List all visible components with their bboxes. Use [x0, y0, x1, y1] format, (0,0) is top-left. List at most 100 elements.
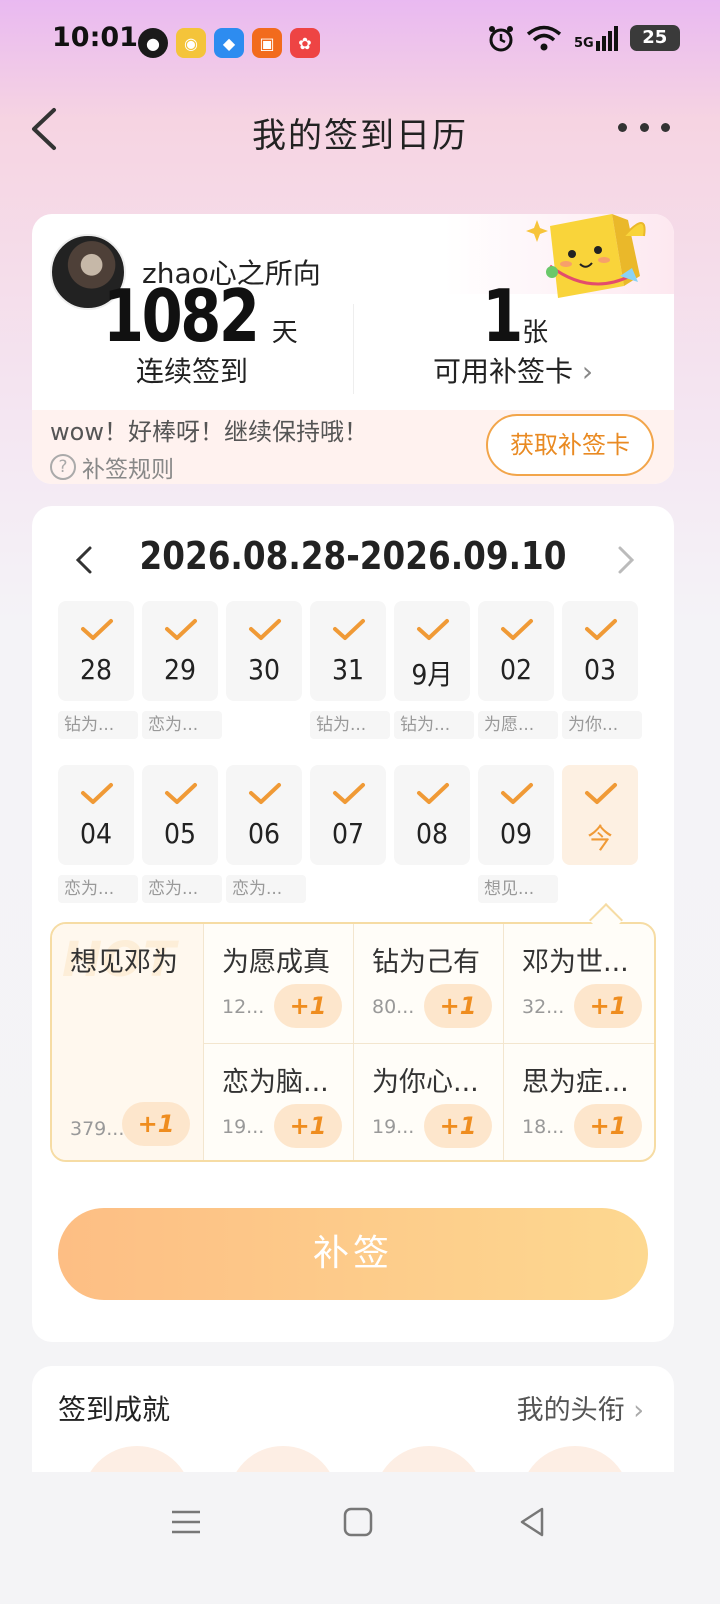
idol-checkin-panel: HOT 想见邓为 379... +1 为愿成真 12... +1 钻为己有 80…: [50, 922, 656, 1162]
checkmark-icon: [417, 619, 449, 640]
plus-one-button[interactable]: +1: [424, 984, 492, 1028]
browser-icon: ◆: [214, 28, 244, 58]
idol-cell[interactable]: 为愿成真 12... +1: [204, 924, 354, 1044]
checkmark-icon: [165, 783, 197, 804]
day-cell[interactable]: 08: [394, 765, 470, 903]
battery-indicator: 25: [629, 25, 680, 51]
day-number: 07: [331, 817, 365, 850]
day-idol-tag: 恋为...: [58, 875, 138, 903]
idol-main-cell[interactable]: HOT 想见邓为 379... +1: [52, 924, 204, 1160]
day-number: 09: [499, 817, 533, 850]
plus-one-button[interactable]: +1: [574, 1104, 642, 1148]
day-idol-tag: [394, 875, 474, 903]
plus-one-button[interactable]: +1: [574, 984, 642, 1028]
idol-name: 思为症...: [522, 1067, 629, 1098]
streak-stat: 1082 天 连续签到: [32, 274, 352, 390]
day-number: 30: [247, 653, 281, 686]
checkin-summary-card: zhao心之所向 1082 天 连续签到 1 张 可用补签卡 › wow！好棒呀…: [32, 214, 674, 484]
day-cell[interactable]: 30: [226, 601, 302, 739]
idol-cell[interactable]: 为你心... 19... +1: [354, 1044, 504, 1160]
checkmark-icon: [165, 619, 197, 640]
shopping-icon: ▣: [252, 28, 282, 58]
home-icon[interactable]: [338, 1502, 378, 1542]
rules-label: 补签规则: [82, 457, 174, 483]
idol-count: 80...: [372, 996, 415, 1018]
plus-one-button[interactable]: +1: [274, 984, 342, 1028]
cards-label: 可用补签卡: [432, 355, 573, 388]
day-idol-tag: 恋为...: [226, 875, 306, 903]
day-number: 29: [163, 653, 197, 686]
idol-cell[interactable]: 恋为脑... 19... +1: [204, 1044, 354, 1160]
summary-footer: wow！好棒呀！继续保持哦！ ? 补签规则 获取补签卡: [32, 410, 674, 484]
plus-one-button[interactable]: +1: [122, 1102, 190, 1146]
plus-one-button[interactable]: +1: [274, 1104, 342, 1148]
notification-icons: ● ◉ ◆ ▣ ✿: [138, 28, 320, 58]
day-number: 06: [247, 817, 281, 850]
day-cell[interactable]: 06 恋为...: [226, 765, 306, 903]
menu-icon[interactable]: [166, 1502, 206, 1542]
day-cell[interactable]: 03 为你...: [562, 601, 642, 739]
day-idol-tag: 为你...: [562, 711, 642, 739]
idol-cell[interactable]: 邓为世... 32... +1: [504, 924, 654, 1044]
my-titles-link[interactable]: 我的头衔 ›: [517, 1388, 644, 1427]
makeup-checkin-button[interactable]: 补签: [58, 1208, 648, 1300]
day-number: 今: [587, 822, 613, 855]
idol-count: 12...: [222, 996, 265, 1018]
day-cell[interactable]: 29 恋为...: [142, 601, 222, 739]
checkmark-icon: [249, 783, 281, 804]
day-idol-tag: [562, 875, 642, 903]
idol-name: 为愿成真: [222, 947, 330, 978]
my-titles-label: 我的头衔: [516, 1395, 625, 1426]
streak-days: 1082: [103, 274, 260, 358]
makeup-cards-stat[interactable]: 1 张 可用补签卡 ›: [352, 274, 674, 390]
chevron-right-icon: ›: [581, 355, 594, 388]
rules-link[interactable]: ? 补签规则: [50, 450, 174, 484]
idol-name: 为你心...: [372, 1067, 479, 1098]
day-number: 9月: [411, 658, 453, 691]
cellular-signal-icon: 5G: [574, 25, 618, 51]
day-idol-tag: 想见...: [478, 875, 558, 903]
idol-name: 想见邓为: [70, 947, 178, 978]
day-idol-tag: 恋为...: [142, 711, 222, 739]
day-cell[interactable]: 09 想见...: [478, 765, 558, 903]
day-cell[interactable]: 02 为愿...: [478, 601, 558, 739]
more-options-button[interactable]: [618, 112, 670, 142]
day-number: 02: [499, 653, 533, 686]
idol-cell[interactable]: 钻为己有 80... +1: [354, 924, 504, 1044]
next-period-button[interactable]: [610, 542, 640, 578]
idol-count: 32...: [522, 996, 565, 1018]
get-makeup-card-button[interactable]: 获取补签卡: [486, 414, 654, 476]
day-cell[interactable]: 07: [310, 765, 386, 903]
idol-count: 18...: [522, 1116, 565, 1138]
back-triangle-icon[interactable]: [512, 1502, 552, 1542]
wifi-icon: [526, 25, 562, 51]
day-cell[interactable]: 31 钻为...: [310, 601, 390, 739]
idol-count: 19...: [372, 1116, 415, 1138]
day-cell[interactable]: 04 恋为...: [58, 765, 138, 903]
weibo-icon: ◉: [176, 28, 206, 58]
idol-name: 钻为己有: [372, 947, 480, 978]
day-idol-tag: 钻为...: [58, 711, 138, 739]
top-navigation: 我的签到日历: [0, 90, 720, 170]
date-range: 2026.08.28-2026.09.10: [139, 534, 567, 578]
streak-unit: 天: [271, 318, 298, 348]
day-cell[interactable]: 9月 钻为...: [394, 601, 474, 739]
question-icon: ?: [50, 454, 76, 480]
checkmark-icon: [249, 619, 281, 640]
checkmark-icon: [501, 783, 533, 804]
checkmark-icon: [501, 619, 533, 640]
plus-one-button[interactable]: +1: [424, 1104, 492, 1148]
checkmark-icon: [585, 619, 617, 640]
day-idol-tag: 为愿...: [478, 711, 558, 739]
day-cell-today[interactable]: 今: [562, 765, 638, 903]
idol-cell[interactable]: 思为症... 18... +1: [504, 1044, 654, 1160]
checkmark-icon: [333, 783, 365, 804]
checkmark-icon: [81, 783, 113, 804]
day-idol-tag: 钻为...: [310, 711, 390, 739]
game-icon: ✿: [290, 28, 320, 58]
day-cell[interactable]: 05 恋为...: [142, 765, 222, 903]
day-cell[interactable]: 28 钻为...: [58, 601, 138, 739]
day-idol-tag: [310, 875, 390, 903]
status-bar: 10:01 ● ◉ ◆ ▣ ✿ 5G 25: [0, 0, 720, 84]
idol-name: 恋为脑...: [222, 1067, 329, 1098]
